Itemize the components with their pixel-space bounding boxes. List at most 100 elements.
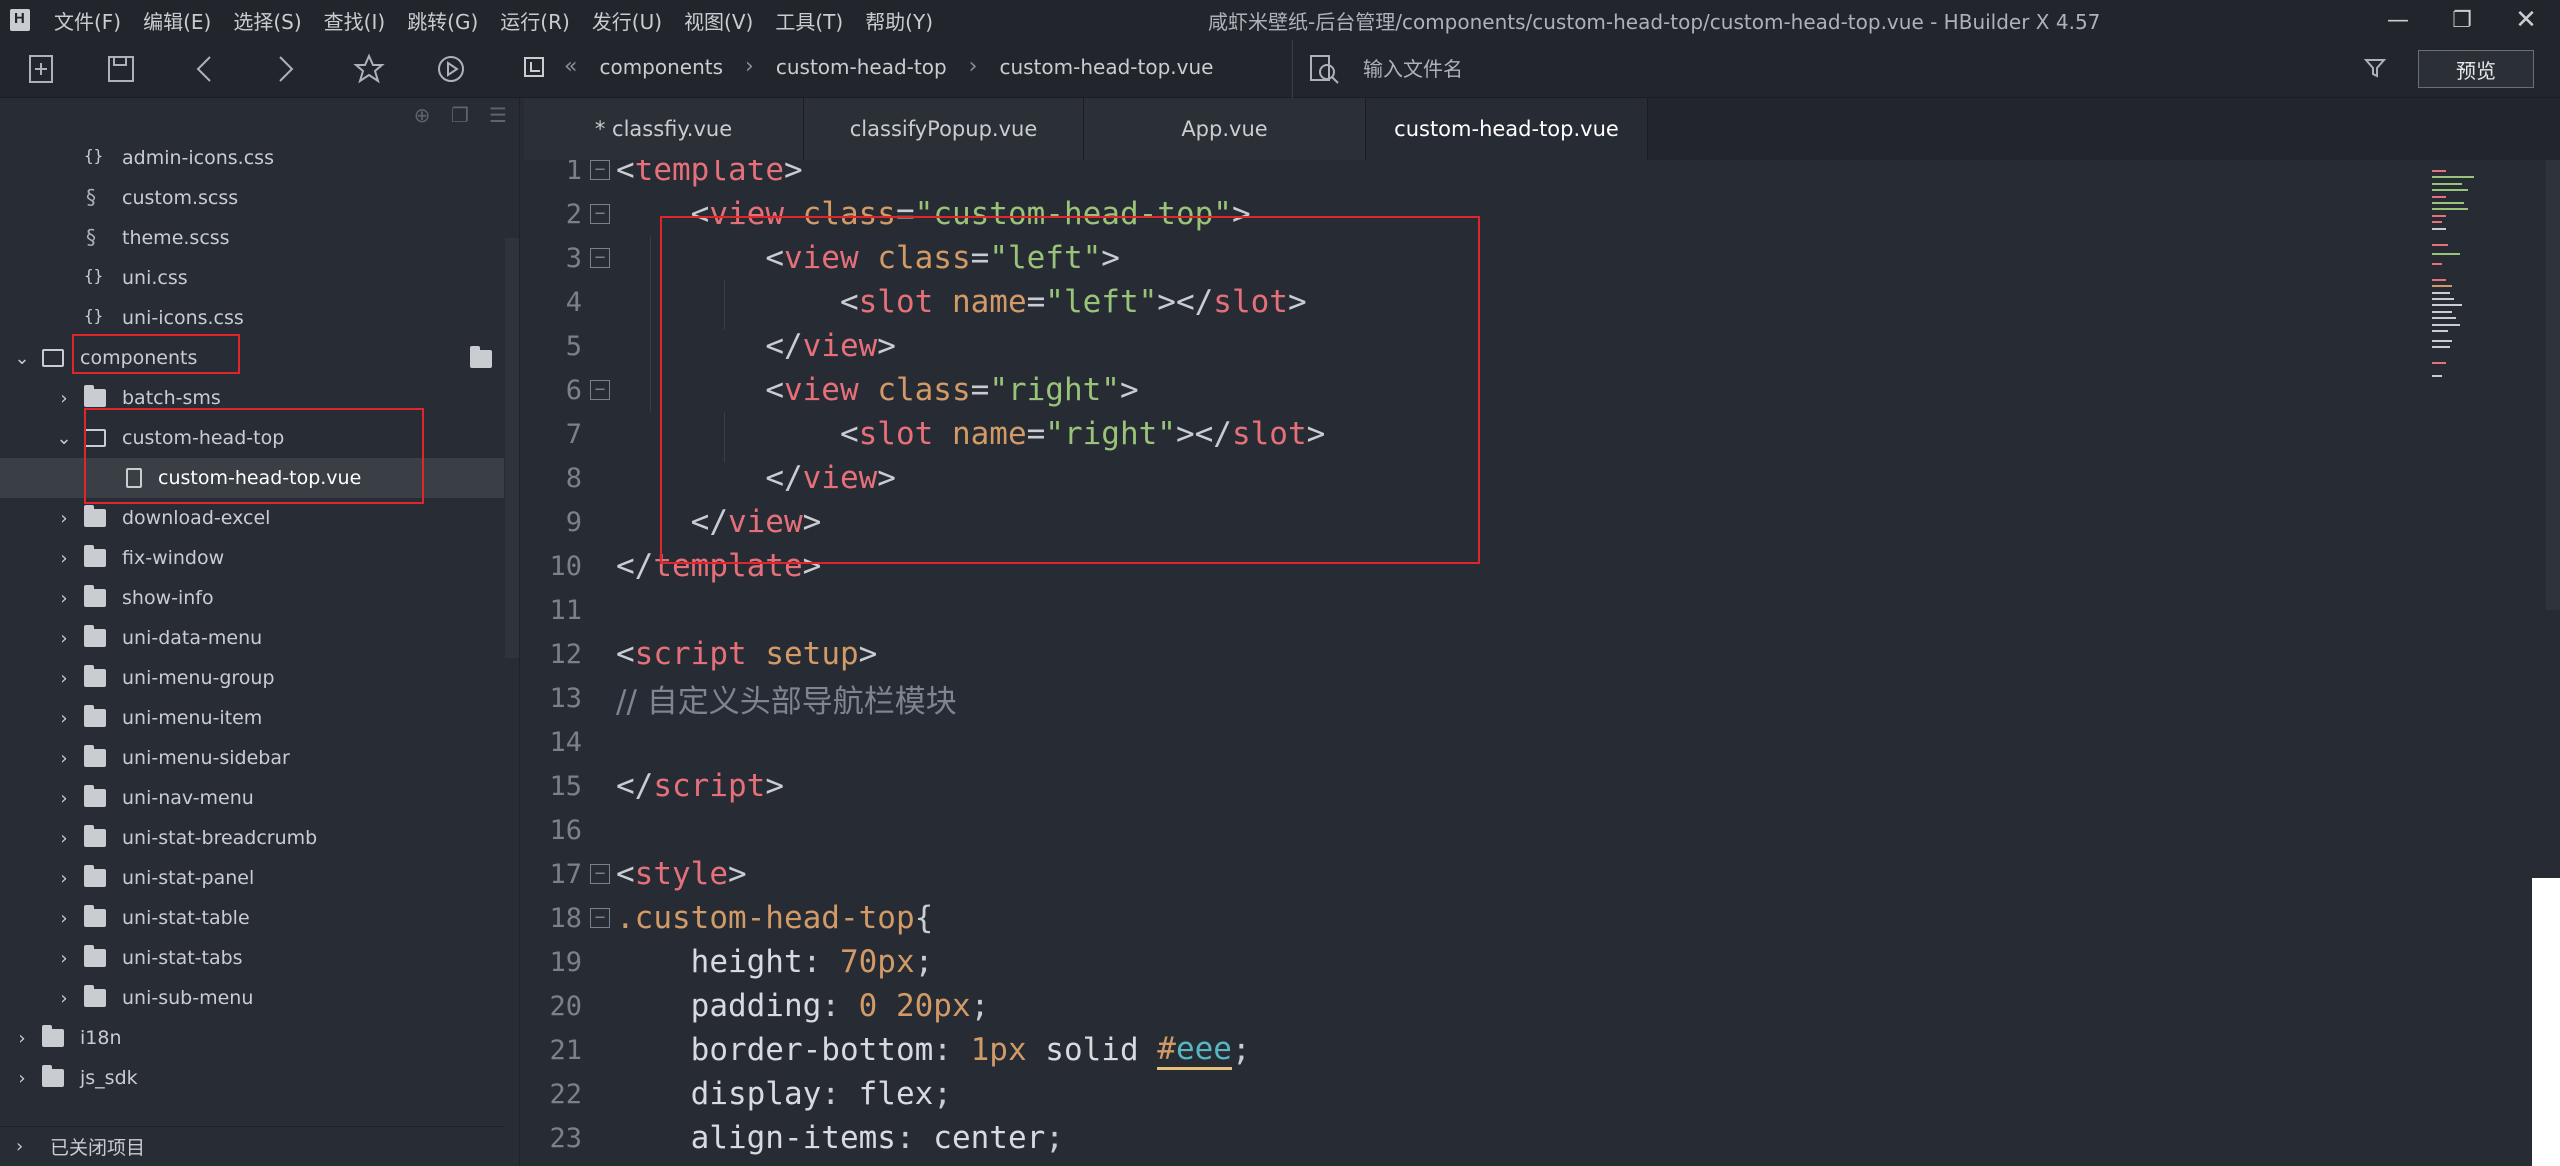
code-token: = xyxy=(1026,416,1046,452)
code-token: : xyxy=(821,988,859,1024)
tree-item[interactable]: › uni-menu-sidebar xyxy=(0,738,504,778)
menu-run[interactable]: 运行(R) xyxy=(500,6,570,35)
tree-item[interactable]: custom-head-top.vue xyxy=(0,458,504,498)
preview-button[interactable]: 预览 xyxy=(2418,50,2534,88)
code-token: slot xyxy=(858,284,934,320)
tree-item-label: uni.css xyxy=(122,267,188,289)
tab-classfiy[interactable]: * classfiy.vue xyxy=(524,98,804,160)
tree-item[interactable]: › uni-nav-menu xyxy=(0,778,504,818)
collapse-all-icon[interactable]: ❐ xyxy=(449,103,471,127)
menu-goto[interactable]: 跳转(G) xyxy=(407,6,478,35)
code-editor[interactable]: 1− < template >2− < view class = "custom-head-… xyxy=(524,160,2560,1166)
line-number: 11 xyxy=(549,594,582,626)
menu-find[interactable]: 查找(I) xyxy=(324,6,386,35)
tree-item[interactable]: › uni-sub-menu xyxy=(0,978,504,1018)
new-file-icon[interactable] xyxy=(22,50,60,88)
code-token: border-bottom xyxy=(690,1032,934,1068)
close-icon[interactable]: ✕ xyxy=(2498,2,2554,38)
tree-item-label: fix-window xyxy=(122,547,225,569)
chevron-down-icon: ⌄ xyxy=(14,347,30,369)
code-token: slot xyxy=(1231,416,1307,452)
fold-minus-icon[interactable]: − xyxy=(590,908,610,928)
folder-icon xyxy=(84,945,106,967)
tree-item[interactable]: ⌄ components xyxy=(0,338,504,378)
minimap[interactable] xyxy=(2432,170,2552,410)
code-token: view xyxy=(783,372,859,408)
minimap-line xyxy=(2432,253,2460,256)
code-line: 6− < view class = "right" > xyxy=(524,368,2424,412)
restore-icon[interactable]: ❐ xyxy=(2434,2,2490,38)
tab-custom-head-top[interactable]: custom-head-top.vue xyxy=(1366,98,1648,160)
breadcrumb-back-icon[interactable]: « xyxy=(564,54,577,79)
breadcrumb-item[interactable]: custom-head-top.vue xyxy=(999,55,1213,79)
code-token: script xyxy=(634,636,747,672)
tree-item[interactable]: › uni-data-menu xyxy=(0,618,504,658)
fold-minus-icon[interactable]: − xyxy=(590,864,610,884)
filter-icon[interactable] xyxy=(2363,56,2387,80)
menu-file[interactable]: 文件(F) xyxy=(54,6,121,35)
tab-app[interactable]: App.vue xyxy=(1084,98,1366,160)
tree-item[interactable]: admin-icons.css xyxy=(0,138,504,178)
code-token: > xyxy=(877,460,896,496)
line-number: 6 xyxy=(565,374,582,406)
editor-scrollbar[interactable] xyxy=(2546,160,2560,610)
sidebar-scrollbar[interactable] xyxy=(505,238,519,658)
menu-edit[interactable]: 编辑(E) xyxy=(143,6,211,35)
tree-item[interactable]: › uni-stat-table xyxy=(0,898,504,938)
tree-item[interactable]: › download-excel xyxy=(0,498,504,538)
fold-minus-icon[interactable]: − xyxy=(590,248,610,268)
tree-item[interactable]: theme.scss xyxy=(0,218,504,258)
tree-item[interactable]: › uni-stat-panel xyxy=(0,858,504,898)
code-token: > xyxy=(728,856,747,892)
tab-classify-popup[interactable]: classifyPopup.vue xyxy=(804,98,1084,160)
tree-item[interactable]: › show-info xyxy=(0,578,504,618)
tree-item[interactable]: › uni-stat-tabs xyxy=(0,938,504,978)
back-icon[interactable] xyxy=(186,50,224,88)
tree-item[interactable]: › uni-menu-item xyxy=(0,698,504,738)
menu-view[interactable]: 视图(V) xyxy=(684,6,753,35)
tree-item[interactable]: › js_sdk xyxy=(0,1058,504,1098)
run-icon[interactable] xyxy=(432,50,470,88)
breadcrumb-item[interactable]: components xyxy=(599,55,723,79)
breadcrumb-item[interactable]: custom-head-top xyxy=(776,55,947,79)
minimize-icon[interactable]: — xyxy=(2370,2,2426,38)
menu-icon[interactable]: ☰ xyxy=(487,103,509,127)
code-token: : xyxy=(933,1032,971,1068)
tree-item[interactable]: uni.css xyxy=(0,258,504,298)
code-token: ; xyxy=(1045,1120,1064,1156)
menu-help[interactable]: 帮助(Y) xyxy=(865,6,933,35)
tree-item[interactable]: › uni-stat-breadcrumb xyxy=(0,818,504,858)
tree-item[interactable]: uni-icons.css xyxy=(0,298,504,338)
open-folder-icon[interactable] xyxy=(470,346,492,368)
fold-minus-icon[interactable]: − xyxy=(590,160,610,180)
code-token: view xyxy=(802,328,878,364)
chevron-right-icon: › xyxy=(745,54,754,79)
toolbar: « components › custom-head-top › custom-… xyxy=(0,40,2560,98)
code-token: 70px xyxy=(839,944,915,980)
menu-select[interactable]: 选择(S) xyxy=(233,6,301,35)
tree-item[interactable]: › batch-sms xyxy=(0,378,504,418)
menu-tools[interactable]: 工具(T) xyxy=(775,6,843,35)
search-input[interactable] xyxy=(1363,52,2263,86)
minimap-line xyxy=(2432,330,2448,332)
code-line: 21 border-bottom: 1px solid # eee; xyxy=(524,1028,2424,1072)
star-icon[interactable] xyxy=(350,50,388,88)
tree-item[interactable]: › i18n xyxy=(0,1018,504,1058)
sidebar-actions: ⊕ ❐ ☰ xyxy=(411,103,509,127)
locate-icon[interactable]: ⊕ xyxy=(411,103,433,127)
tree-item[interactable]: › uni-menu-group xyxy=(0,658,504,698)
closed-projects[interactable]: › 已关闭项目 xyxy=(0,1126,504,1166)
save-icon[interactable] xyxy=(102,50,140,88)
tree-item[interactable]: ⌄ custom-head-top xyxy=(0,418,504,458)
tree-item[interactable]: custom.scss xyxy=(0,178,504,218)
fold-minus-icon[interactable]: − xyxy=(590,204,610,224)
code-line: 11 xyxy=(524,588,2424,632)
forward-icon[interactable] xyxy=(266,50,304,88)
tree-item[interactable]: › fix-window xyxy=(0,538,504,578)
line-number: 9 xyxy=(565,506,582,538)
menu-publish[interactable]: 发行(U) xyxy=(592,6,662,35)
tree-item-label: uni-menu-item xyxy=(122,707,263,729)
fold-minus-icon[interactable]: − xyxy=(590,380,610,400)
